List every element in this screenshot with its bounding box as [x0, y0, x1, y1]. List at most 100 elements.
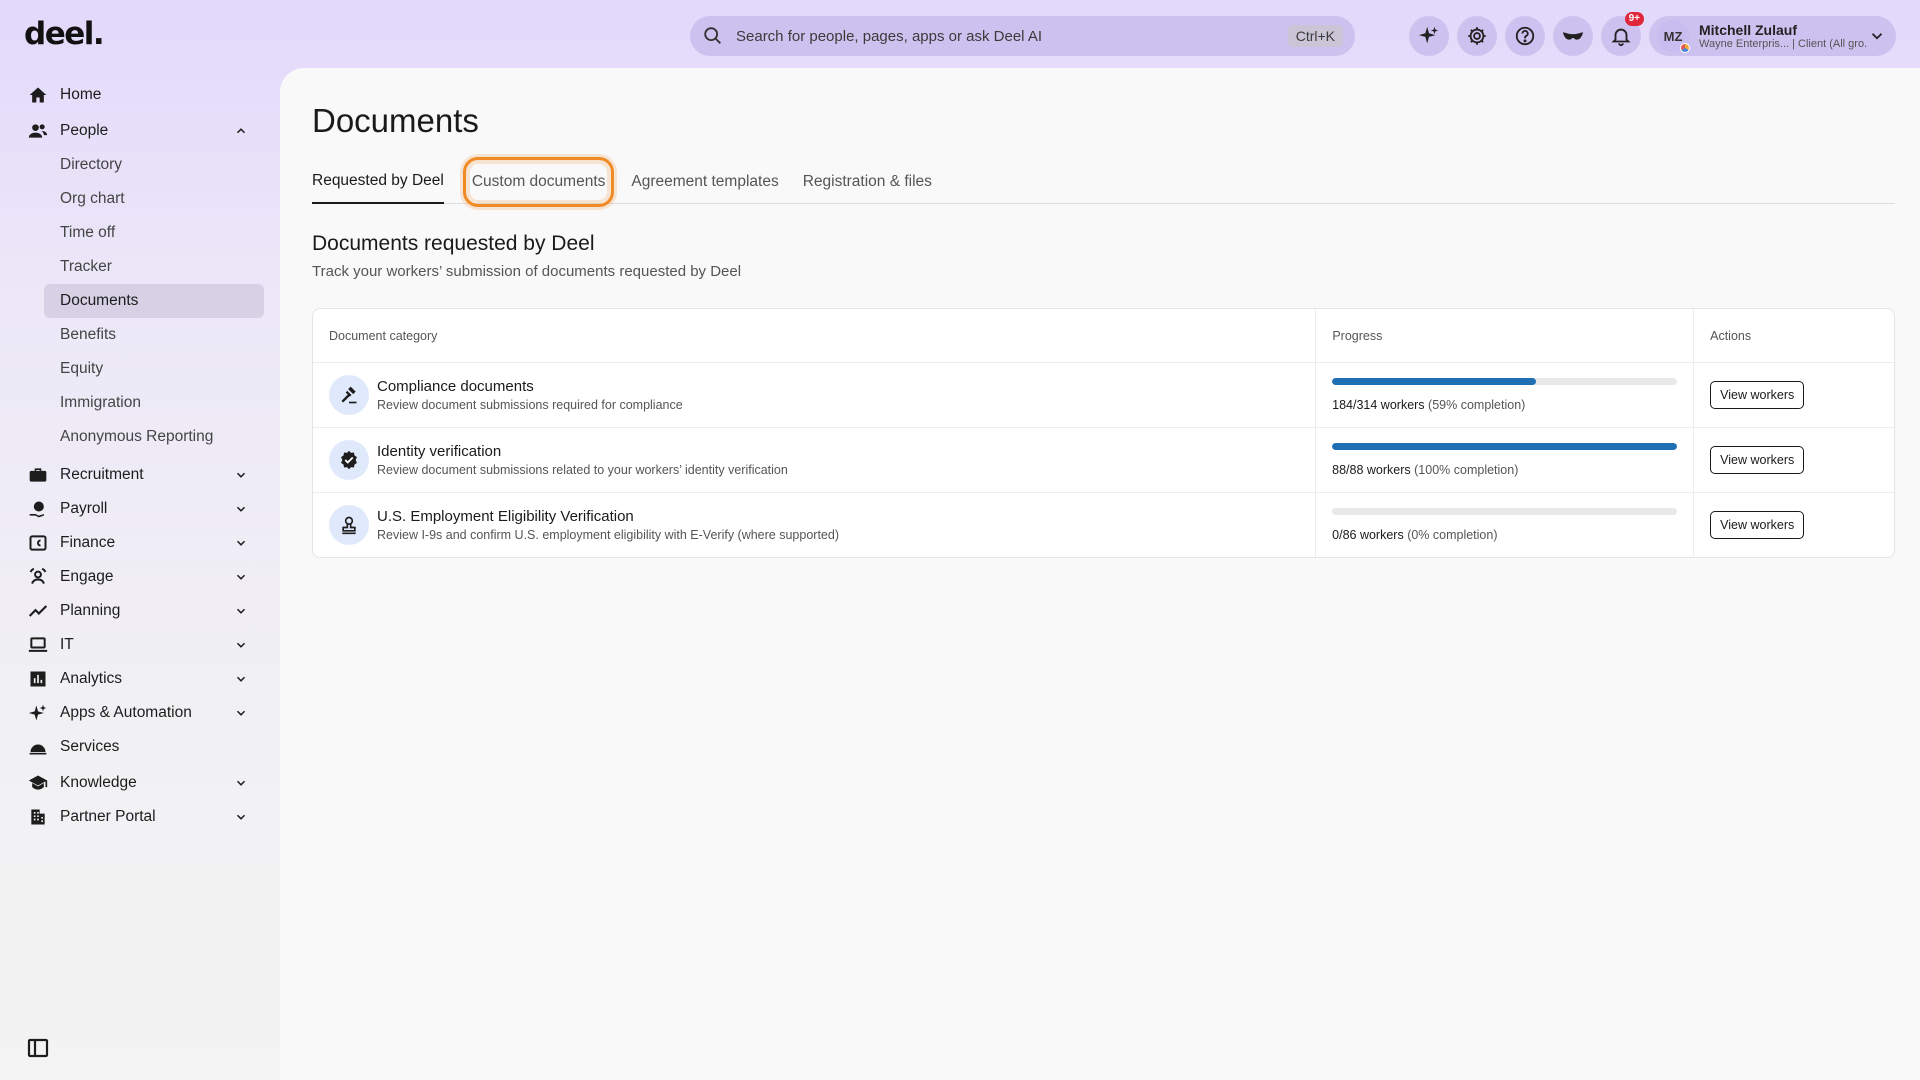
- column-header-progress: Progress: [1316, 309, 1695, 362]
- document-tabs: Requested by Deel Custom documents Agree…: [312, 157, 1895, 207]
- document-category-description: Review document submissions related to y…: [377, 463, 788, 477]
- view-workers-button[interactable]: View workers: [1710, 446, 1805, 474]
- progress-count: 0/86 workers: [1332, 528, 1404, 542]
- sidebar: Home People Directory Org chart Time off…: [0, 78, 280, 834]
- progress-count: 184/314 workers: [1332, 398, 1425, 412]
- sidebar-item-anonymous-reporting[interactable]: Anonymous Reporting: [44, 420, 264, 454]
- org-logo-icon: [1680, 43, 1690, 53]
- gear-icon: [1468, 27, 1486, 45]
- nav-apps-automation[interactable]: Apps & Automation: [0, 696, 280, 730]
- progress-fill: [1332, 443, 1678, 450]
- nav-home[interactable]: Home: [0, 78, 280, 112]
- nav-payroll-label: Payroll: [60, 500, 108, 517]
- chevron-down-icon: [236, 574, 246, 580]
- avatar: MZ: [1657, 20, 1690, 53]
- document-category-description: Review document submissions required for…: [377, 398, 683, 412]
- global-search[interactable]: Ctrl+K: [690, 16, 1355, 56]
- sidebar-item-benefits[interactable]: Benefits: [44, 318, 264, 352]
- nav-people[interactable]: People: [0, 114, 280, 148]
- search-icon: [704, 27, 721, 44]
- tab-agreement-templates[interactable]: Agreement templates: [631, 160, 778, 203]
- laptop-icon: [28, 637, 48, 652]
- chevron-down-icon: [236, 814, 246, 820]
- graduation-cap-icon: [28, 775, 48, 790]
- chevron-down-icon: [236, 676, 246, 682]
- ai-button[interactable]: [1409, 16, 1449, 56]
- nav-planning-label: Planning: [60, 602, 121, 619]
- gavel-icon: [329, 375, 369, 415]
- nav-payroll[interactable]: Payroll: [0, 492, 280, 526]
- document-category-name: Identity verification: [377, 443, 502, 460]
- people-submenu: Directory Org chart Time off Tracker Doc…: [0, 148, 280, 454]
- document-category-description: Review I-9s and confirm U.S. employment …: [377, 528, 839, 542]
- nav-it[interactable]: IT: [0, 628, 280, 662]
- avatar-initials: MZ: [1663, 28, 1683, 44]
- nav-knowledge-label: Knowledge: [60, 774, 137, 791]
- settings-button[interactable]: [1457, 16, 1497, 56]
- main-content: Documents Requested by Deel Custom docum…: [280, 68, 1920, 1080]
- sidebar-item-tracker[interactable]: Tracker: [44, 250, 264, 284]
- tab-custom-documents[interactable]: Custom documents: [462, 157, 615, 207]
- nav-partner-portal[interactable]: Partner Portal: [0, 800, 280, 834]
- chevron-up-icon: [236, 128, 246, 134]
- home-icon: [29, 87, 47, 103]
- sidebar-item-time-off[interactable]: Time off: [44, 216, 264, 250]
- incognito-button[interactable]: [1553, 16, 1593, 56]
- user-org: Wayne Enterpris... | Client (All gro...: [1699, 38, 1868, 50]
- nav-home-label: Home: [60, 86, 102, 103]
- help-button[interactable]: [1505, 16, 1545, 56]
- nav-knowledge[interactable]: Knowledge: [0, 766, 280, 800]
- sidebar-item-documents[interactable]: Documents: [44, 284, 264, 318]
- chevron-down-icon: [236, 710, 246, 716]
- building-icon: [31, 809, 45, 825]
- section-subtitle: Track your workers’ submission of docume…: [312, 263, 742, 280]
- view-workers-button[interactable]: View workers: [1710, 511, 1805, 539]
- table-row: U.S. Employment Eligibility Verification…: [313, 493, 1894, 557]
- sidebar-item-equity[interactable]: Equity: [44, 352, 264, 386]
- progress-percent: (59% completion): [1428, 398, 1526, 412]
- nav-recruitment[interactable]: Recruitment: [0, 458, 280, 492]
- progress-count: 88/88 workers: [1332, 463, 1411, 477]
- documents-table: Document category Progress Actions Compl…: [312, 308, 1895, 558]
- bell-icon: [1611, 28, 1631, 47]
- chevron-down-icon: [236, 780, 246, 786]
- progress-bar: [1332, 508, 1678, 515]
- progress-percent: (0% completion): [1407, 528, 1498, 542]
- chevron-down-icon: [236, 642, 246, 648]
- search-shortcut: Ctrl+K: [1287, 25, 1343, 47]
- document-category-name: U.S. Employment Eligibility Verification: [377, 508, 634, 525]
- nav-finance[interactable]: Finance: [0, 526, 280, 560]
- analytics-icon: [30, 671, 46, 687]
- nav-analytics[interactable]: Analytics: [0, 662, 280, 696]
- payroll-icon: [29, 501, 44, 518]
- view-workers-button[interactable]: View workers: [1710, 381, 1805, 409]
- nav-finance-label: Finance: [60, 534, 116, 551]
- nav-apps-automation-label: Apps & Automation: [60, 704, 192, 721]
- progress-fill: [1332, 378, 1536, 385]
- progress-bar: [1332, 443, 1678, 450]
- sidebar-item-org-chart[interactable]: Org chart: [44, 182, 264, 216]
- section-title: Documents requested by Deel: [312, 232, 595, 255]
- search-input[interactable]: [736, 27, 1288, 45]
- page-title: Documents: [312, 102, 479, 139]
- tab-requested-by-deel[interactable]: Requested by Deel: [312, 160, 444, 204]
- people-icon: [28, 124, 48, 138]
- nav-people-label: People: [60, 122, 109, 139]
- user-menu[interactable]: MZ Mitchell Zulauf Wayne Enterpris... | …: [1649, 16, 1896, 56]
- tab-registration-files[interactable]: Registration & files: [803, 160, 932, 203]
- sidebar-toggle-icon[interactable]: [26, 1036, 50, 1060]
- nav-services[interactable]: Services: [0, 730, 280, 764]
- verified-badge-icon: [329, 440, 369, 480]
- progress-bar: [1332, 378, 1678, 385]
- deel-logo[interactable]: deel.: [24, 16, 105, 52]
- mask-icon: [1562, 32, 1584, 40]
- sidebar-item-immigration[interactable]: Immigration: [44, 386, 264, 420]
- sidebar-item-directory[interactable]: Directory: [44, 148, 264, 182]
- nav-engage-label: Engage: [60, 568, 114, 585]
- notifications-button[interactable]: 9+: [1601, 12, 1644, 56]
- finance-icon: [29, 535, 47, 551]
- stamp-icon: [329, 505, 369, 545]
- nav-engage[interactable]: Engage: [0, 560, 280, 594]
- user-name: Mitchell Zulauf: [1699, 22, 1797, 38]
- nav-planning[interactable]: Planning: [0, 594, 280, 628]
